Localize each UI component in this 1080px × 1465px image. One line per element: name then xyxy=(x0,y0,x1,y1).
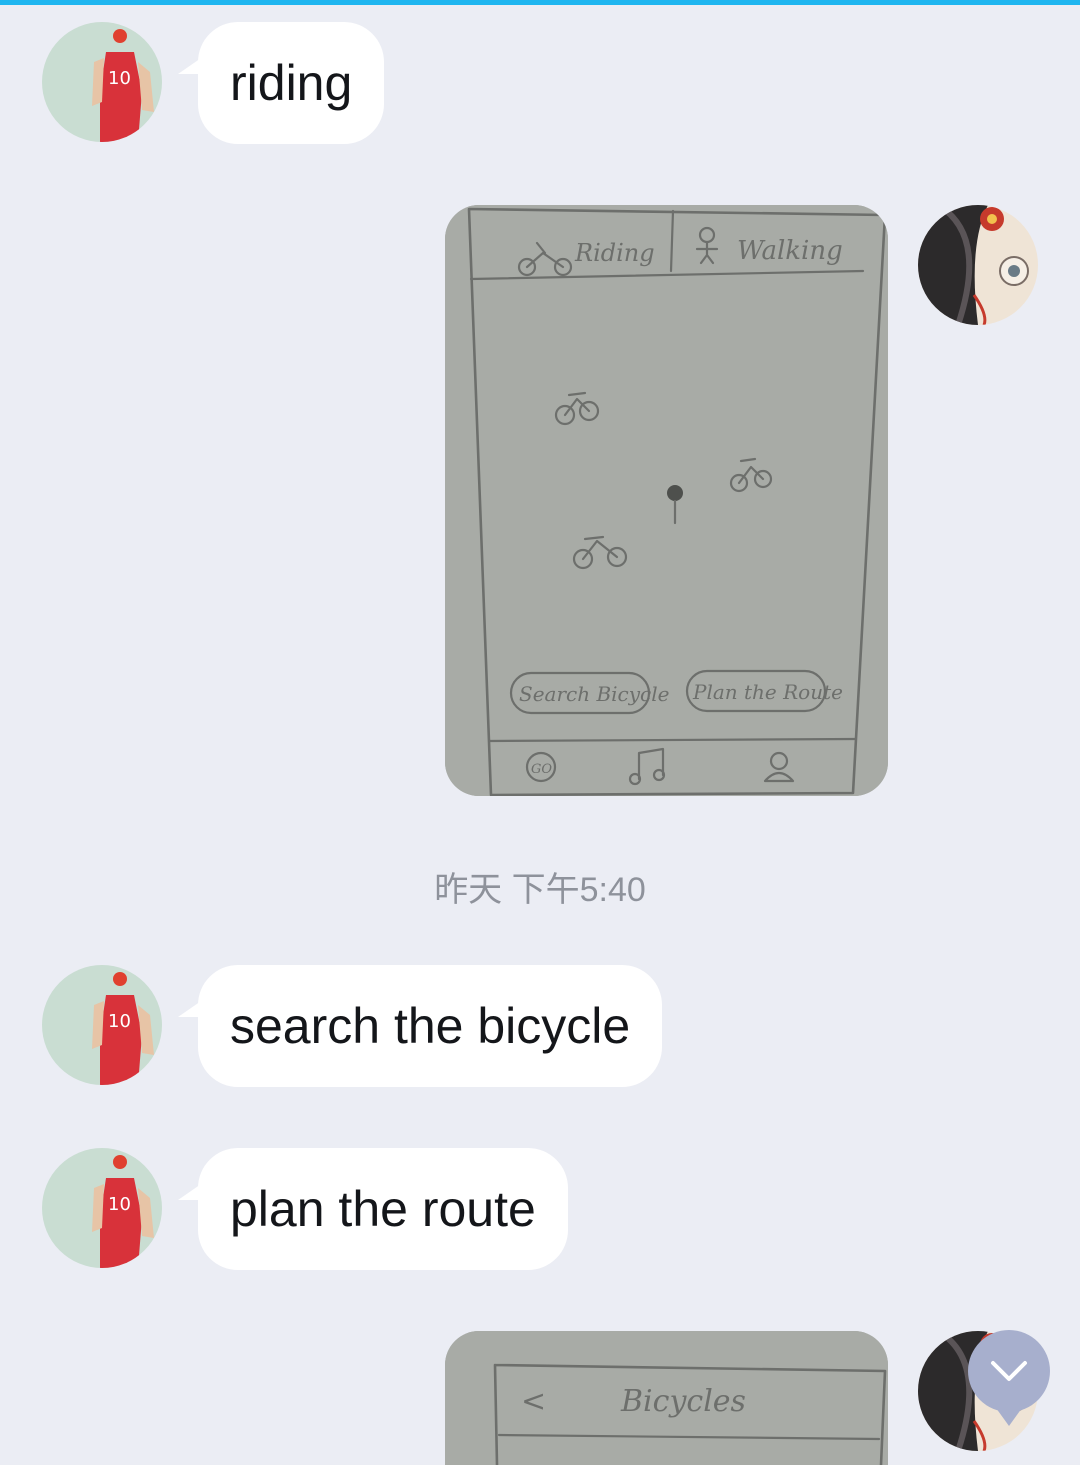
message-text: plan the route xyxy=(230,1181,536,1237)
sketch-title-bicycles: Bicycles xyxy=(620,1384,746,1419)
sketch-plan-route-label: Plan the Route xyxy=(692,680,843,704)
sketch-tab-walking: Walking xyxy=(737,236,843,266)
svg-text:10: 10 xyxy=(108,1011,131,1032)
bubble-tail xyxy=(178,1182,204,1200)
sketch-tab-riding: Riding xyxy=(574,239,655,267)
svg-text:10: 10 xyxy=(108,1194,131,1215)
contact-avatar[interactable]: 10 xyxy=(42,22,162,142)
message-bubble[interactable]: riding xyxy=(178,22,385,144)
contact-avatar[interactable]: 10 xyxy=(42,1148,162,1268)
chevron-down-icon xyxy=(991,1361,1027,1381)
image-message-riding-sketch[interactable]: Riding Walking Search Bicycle Plan the R… xyxy=(445,205,888,796)
user-avatar[interactable] xyxy=(918,205,1038,325)
message-bubble[interactable]: plan the route xyxy=(178,1148,568,1270)
image-message-bicycles-sketch[interactable]: < Bicycles xyxy=(445,1331,888,1465)
message-text: search the bicycle xyxy=(230,998,631,1054)
message-timestamp: 昨天 下午5:40 xyxy=(434,871,646,909)
message-text: riding xyxy=(230,55,353,111)
svg-text:10: 10 xyxy=(108,68,131,89)
bubble-tail xyxy=(178,56,204,74)
contact-avatar[interactable]: 10 xyxy=(42,965,162,1085)
sketch-search-bicycle-label: Search Bicycle xyxy=(519,682,670,706)
scroll-to-bottom-button[interactable] xyxy=(968,1330,1050,1426)
sketch-go-label: GO xyxy=(531,762,552,777)
message-bubble[interactable]: search the bicycle xyxy=(178,965,663,1087)
sketch-back-icon: < xyxy=(521,1384,546,1419)
bubble-tail xyxy=(178,999,204,1017)
top-accent-line xyxy=(0,0,1080,5)
